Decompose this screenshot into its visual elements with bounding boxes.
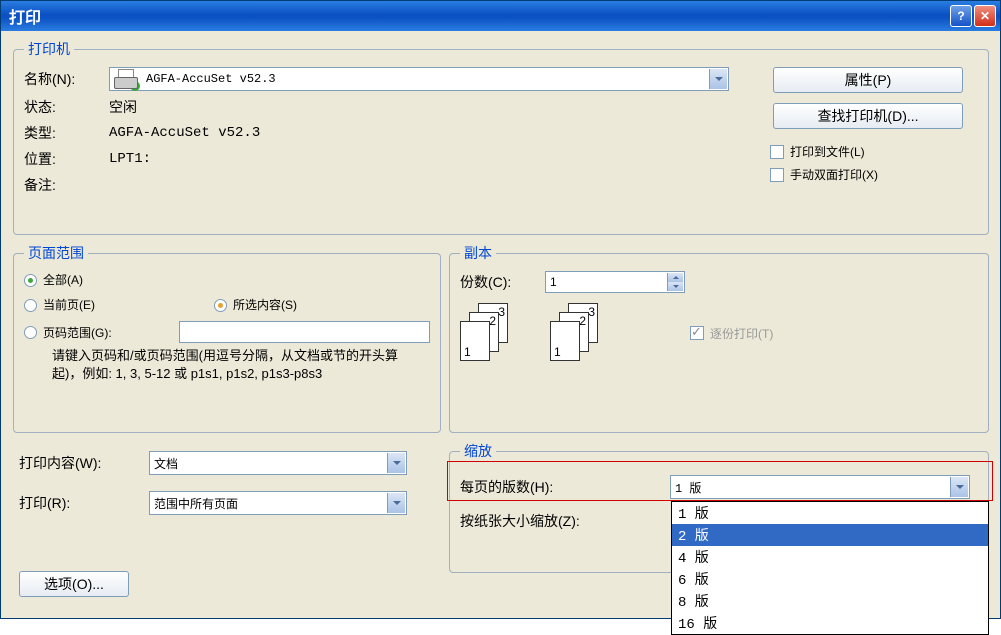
pages-per-sheet-dropdown[interactable]: 1 版2 版4 版6 版8 版16 版 <box>671 501 989 635</box>
printer-name-value: AGFA-AccuSet v52.3 <box>146 72 276 86</box>
location-label: 位置: <box>24 149 109 169</box>
dropdown-item[interactable]: 1 版 <box>672 502 988 524</box>
options-button[interactable]: 选项(O)... <box>19 571 129 597</box>
chevron-down-icon[interactable] <box>950 477 968 497</box>
printer-icon: ✓ <box>114 69 138 89</box>
copies-count-spinner[interactable]: 1 <box>545 271 685 293</box>
chevron-down-icon[interactable] <box>709 69 727 89</box>
radio-selection[interactable]: 所选内容(S) <box>214 296 297 313</box>
copies-count-label: 份数(C): <box>460 272 545 292</box>
radio-current[interactable]: 当前页(E) <box>24 296 214 313</box>
dropdown-item[interactable]: 16 版 <box>672 612 988 634</box>
collate-preview-1: 3 2 1 <box>460 303 520 363</box>
pages-per-sheet-label: 每页的版数(H): <box>460 477 670 497</box>
find-printer-button[interactable]: 查找打印机(D)... <box>773 103 963 129</box>
zoom-legend: 缩放 <box>460 441 496 461</box>
printer-group: 打印机 名称(N): ✓ AGFA-AccuSet v52.3 状态:空闲 类型… <box>13 39 989 235</box>
printer-legend: 打印机 <box>24 39 74 59</box>
type-value: AGFA-AccuSet v52.3 <box>109 125 260 141</box>
copies-count-value: 1 <box>550 275 557 289</box>
page-range-legend: 页面范围 <box>24 243 88 263</box>
chevron-down-icon[interactable] <box>387 493 405 513</box>
pages-per-sheet-value: 1 版 <box>675 479 701 496</box>
close-button[interactable]: ✕ <box>974 5 996 27</box>
radio-icon <box>214 299 227 312</box>
print-which-value: 范围中所有页面 <box>154 495 238 512</box>
pages-per-sheet-select[interactable]: 1 版 <box>670 475 970 499</box>
radio-icon <box>24 326 37 339</box>
checkbox-icon <box>690 326 704 340</box>
printer-name-select[interactable]: ✓ AGFA-AccuSet v52.3 <box>109 67 729 91</box>
page-range-hint: 请键入页码和/或页码范围(用逗号分隔，从文档或节的开头算起)，例如: 1, 3,… <box>52 347 422 383</box>
radio-all[interactable]: 全部(A) <box>24 271 83 287</box>
pages-input[interactable] <box>179 321 430 343</box>
status-value: 空闲 <box>109 97 137 117</box>
location-value: LPT1: <box>109 151 151 167</box>
radio-icon <box>24 274 37 287</box>
scale-to-paper-label: 按纸张大小缩放(Z): <box>460 511 670 531</box>
titlebar: 打印 ? ✕ <box>1 1 1000 31</box>
status-label: 状态: <box>24 97 109 117</box>
copies-legend: 副本 <box>460 243 496 263</box>
chevron-down-icon[interactable] <box>387 453 405 473</box>
print-which-select[interactable]: 范围中所有页面 <box>149 491 407 515</box>
print-what-value: 文档 <box>154 455 178 472</box>
print-dialog: 打印 ? ✕ 打印机 名称(N): ✓ AGFA-AccuSet v52.3 状… <box>0 0 1001 619</box>
properties-button[interactable]: 属性(P) <box>773 67 963 93</box>
print-what-label: 打印内容(W): <box>19 453 149 473</box>
printer-name-label: 名称(N): <box>24 69 109 89</box>
dropdown-item[interactable]: 8 版 <box>672 590 988 612</box>
dropdown-item[interactable]: 6 版 <box>672 568 988 590</box>
collate-checkbox: 逐份打印(T) <box>690 325 773 342</box>
print-what-select[interactable]: 文档 <box>149 451 407 475</box>
checkbox-icon <box>770 145 784 159</box>
dropdown-item[interactable]: 4 版 <box>672 546 988 568</box>
copies-group: 副本 份数(C): 1 3 2 1 3 2 1 逐份打印(T) <box>449 243 989 433</box>
manual-duplex-checkbox[interactable]: 手动双面打印(X) <box>770 166 978 183</box>
radio-icon <box>24 299 37 312</box>
collate-preview-2: 3 2 1 <box>550 303 610 363</box>
spin-down-icon[interactable] <box>667 282 683 291</box>
help-button[interactable]: ? <box>950 5 972 27</box>
checkbox-icon <box>770 168 784 182</box>
dropdown-item[interactable]: 2 版 <box>672 524 988 546</box>
print-to-file-checkbox[interactable]: 打印到文件(L) <box>770 143 978 160</box>
print-which-label: 打印(R): <box>19 493 149 513</box>
dialog-title: 打印 <box>9 4 948 28</box>
comment-label: 备注: <box>24 175 109 195</box>
spin-up-icon[interactable] <box>667 273 683 282</box>
radio-pages[interactable]: 页码范围(G): <box>24 324 179 341</box>
page-range-group: 页面范围 全部(A) 当前页(E) 所选内容(S) 页码范围(G): 请键入页码… <box>13 243 441 433</box>
type-label: 类型: <box>24 123 109 143</box>
